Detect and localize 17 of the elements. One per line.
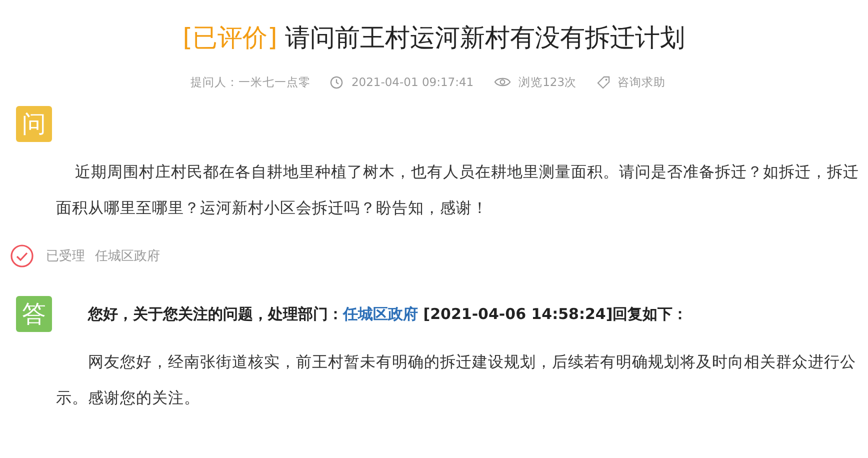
post-time: 2021-04-01 09:17:41 bbox=[351, 75, 474, 89]
status-label: 已受理 bbox=[46, 248, 85, 265]
department-name: 任城区政府 bbox=[95, 248, 160, 265]
asker-name: 提问人：一米七一点零 bbox=[190, 74, 310, 90]
question-badge: 问 bbox=[16, 106, 52, 142]
question-text: 近期周围村庄村民都在各自耕地里种植了树木，也有人员在耕地里测量面积。请问是否准备拆迁？如拆迁，拆迁面积从哪里至哪里？运河新村小区会拆迁吗？盼告知，感谢！ bbox=[56, 162, 860, 219]
department-link[interactable]: 任城区政府 bbox=[343, 304, 418, 322]
clock-icon bbox=[330, 76, 344, 88]
tag-icon bbox=[596, 76, 610, 88]
check-circle-icon bbox=[10, 244, 34, 268]
category-label: 咨询求助 bbox=[618, 74, 666, 90]
question-title: [已评价] 请问前王村运河新村有没有拆迁计划 bbox=[182, 22, 686, 54]
answer-badge: 答 bbox=[16, 296, 52, 332]
answer-text: 网友您好，经南张街道核实，前王村暂未有明确的拆迁建设规划，后续若有明确规划将及时向相关群众进行公示。感谢您的关注。 bbox=[56, 352, 857, 409]
eye-icon bbox=[494, 76, 511, 88]
view-count: 浏览123次 bbox=[518, 74, 577, 90]
answer-intro: 您好，关于您关注的问题，处理部门：任城区政府 [2021-04-06 14:58:24]回复如下： bbox=[88, 304, 688, 324]
